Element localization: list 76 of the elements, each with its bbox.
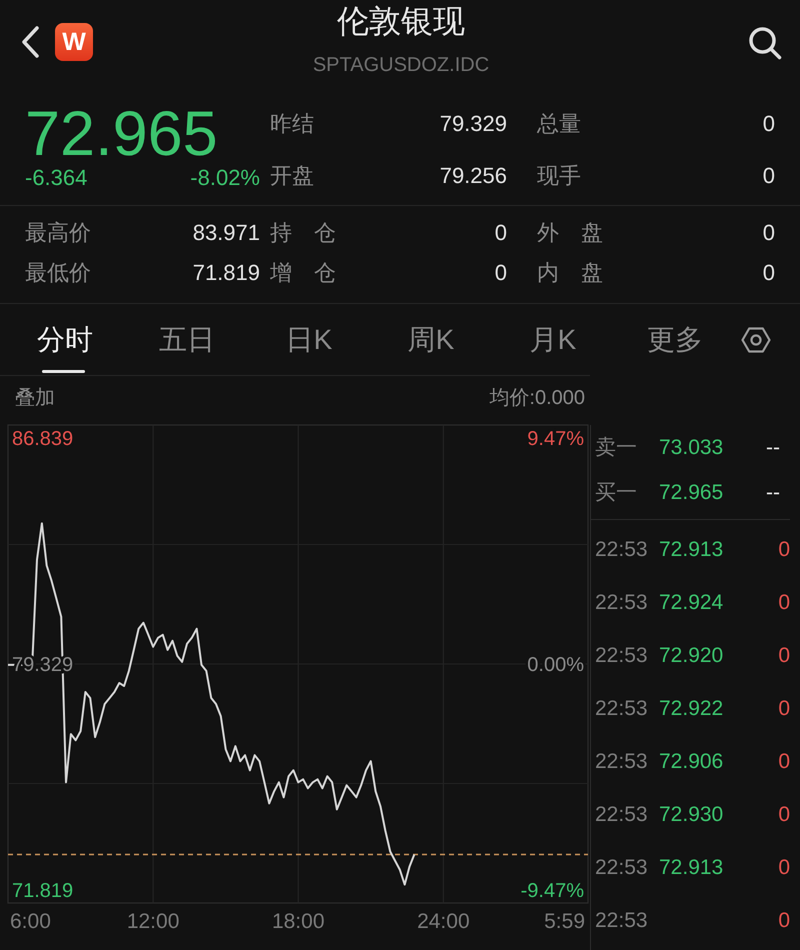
stat-value: 79.256 <box>440 162 507 190</box>
trade-price: 72.922 <box>659 696 724 722</box>
order-book-label: 卖一 <box>595 434 638 461</box>
trade-price: 72.920 <box>659 642 724 669</box>
stat-label: 内 盘 <box>537 259 603 287</box>
stat-value: 0 <box>762 162 775 190</box>
trade-volume: 0 <box>778 748 791 775</box>
trade-price: 72.913 <box>659 854 724 881</box>
app-logo: W <box>55 23 93 61</box>
last-price: 72.965 <box>25 100 218 165</box>
stat-label: 昨结 <box>270 110 314 138</box>
price-change: -6.364 <box>25 165 88 191</box>
chart-tab[interactable]: 周K <box>370 304 492 375</box>
page-title: 伦敦银现 <box>336 2 466 41</box>
price-axis-label: 86.839 <box>12 428 74 450</box>
stat-label: 开盘 <box>270 162 314 190</box>
order-book-label: 买一 <box>595 480 638 506</box>
stat-label: 现手 <box>537 162 581 190</box>
stat-label: 总量 <box>537 110 581 138</box>
trade-price: 72.913 <box>659 536 724 563</box>
average-price-label: 均价:0.000 <box>489 386 585 411</box>
stat-value: 0 <box>494 219 507 247</box>
trade-time: 22:53 <box>595 536 649 563</box>
chart-tab[interactable]: 更多 <box>614 304 736 375</box>
stat-value: 79.329 <box>440 110 507 138</box>
trade-volume: 0 <box>778 854 791 881</box>
trade-volume: 0 <box>778 536 791 563</box>
ticker-code: SPTAGUSDOZ.IDC <box>312 53 490 77</box>
percent-axis-label: -9.47% <box>520 880 584 902</box>
stat-label: 持 仓 <box>270 219 336 247</box>
stat-label: 增 仓 <box>270 259 336 287</box>
trade-price: 72.930 <box>659 802 724 828</box>
settings-icon[interactable] <box>741 324 771 354</box>
time-axis-label: 6:00 <box>10 910 51 933</box>
chart-tab[interactable]: 日K <box>248 304 370 375</box>
quote-price: 72.965 <box>659 480 724 506</box>
trade-price: 72.906 <box>659 748 724 775</box>
order-volume: -- <box>766 434 781 461</box>
trade-time: 22:53 <box>595 802 649 828</box>
trade-time: 22:53 <box>595 696 649 722</box>
trade-time: 22:53 <box>595 748 649 775</box>
stat-value: 0 <box>762 219 775 247</box>
stat-value: 0 <box>762 259 775 287</box>
chart-tab[interactable]: 五日 <box>126 304 248 375</box>
time-axis-label: 18:00 <box>272 910 325 933</box>
trade-time: 22:53 <box>595 590 649 616</box>
chart-tab[interactable]: 分时 <box>4 304 126 375</box>
stat-value: 0 <box>762 110 775 138</box>
stat-value: 83.971 <box>192 219 260 247</box>
time-axis-label: 5:59 <box>544 910 585 933</box>
overlay-toggle[interactable]: 叠加 <box>15 383 55 413</box>
stat-label: 外 盘 <box>537 219 603 247</box>
trade-volume: 0 <box>778 590 791 616</box>
stat-value: 0 <box>494 259 507 287</box>
chart-tab[interactable]: 月K <box>492 304 614 375</box>
price-axis-label: 71.819 <box>12 880 74 902</box>
time-axis-label: 24:00 <box>417 910 470 933</box>
search-icon[interactable] <box>748 26 782 60</box>
order-volume: -- <box>766 480 781 506</box>
trade-volume: 0 <box>778 802 791 828</box>
stat-value: 71.819 <box>192 259 260 287</box>
stat-label: 最低价 <box>25 259 91 287</box>
back-icon[interactable] <box>20 25 40 59</box>
percent-change: -8.02% <box>190 165 260 191</box>
time-axis-label: 12:00 <box>126 910 180 933</box>
trade-price: 72.924 <box>659 590 724 616</box>
trade-time: 22:53 <box>595 642 649 669</box>
trade-time: 22:53 <box>595 908 649 934</box>
trade-volume: 0 <box>778 696 791 722</box>
trade-time: 22:53 <box>595 854 649 881</box>
trade-volume: 0 <box>778 642 791 669</box>
stat-label: 最高价 <box>25 219 91 247</box>
quote-price: 73.033 <box>659 434 724 461</box>
percent-axis-label: 0.00% <box>527 654 584 676</box>
trade-volume: 0 <box>778 908 791 934</box>
percent-axis-label: 9.47% <box>527 428 584 450</box>
